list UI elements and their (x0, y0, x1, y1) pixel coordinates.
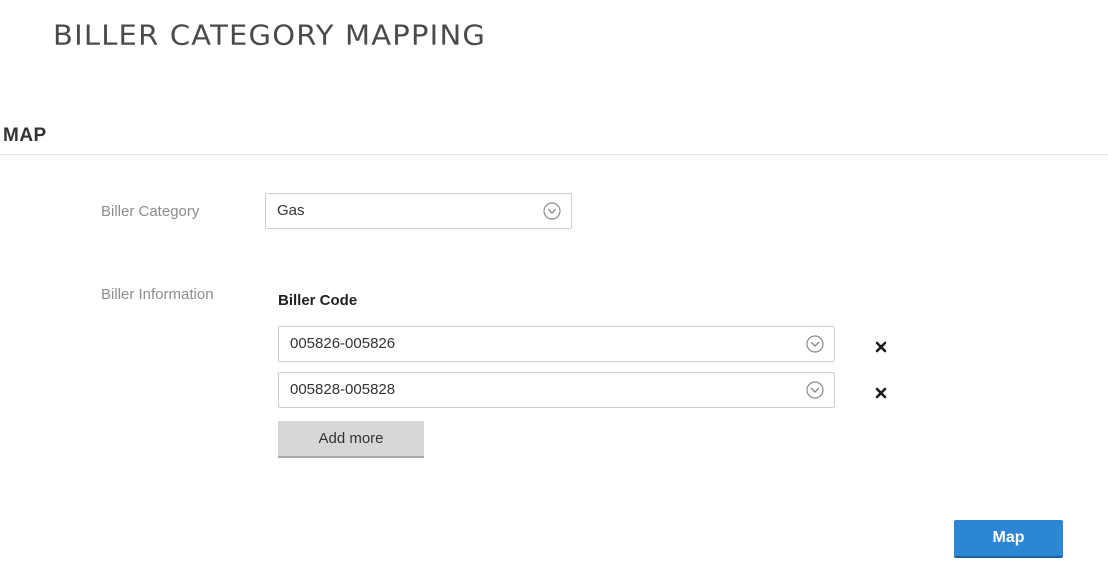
close-icon[interactable] (874, 340, 888, 354)
biller-code-value: 005826-005826 (290, 335, 396, 352)
biller-code-value: 005828-005828 (290, 381, 396, 398)
biller-code-select[interactable]: 005828-005828 (278, 372, 835, 408)
chevron-down-icon (806, 335, 824, 353)
biller-category-select[interactable]: Gas (265, 193, 572, 229)
page-title: BILLER CATEGORY MAPPING (53, 18, 487, 52)
map-button[interactable]: Map (954, 520, 1063, 558)
biller-category-label: Biller Category (101, 203, 200, 220)
add-more-button[interactable]: Add more (278, 421, 424, 458)
section-title: MAP (3, 125, 47, 146)
close-icon[interactable] (874, 386, 888, 400)
chevron-down-icon (806, 381, 824, 399)
biller-code-header: Biller Code (278, 292, 358, 309)
chevron-down-icon (543, 202, 561, 220)
section-divider (0, 154, 1108, 155)
page: BILLER CATEGORY MAPPING MAP Biller Categ… (0, 0, 1108, 572)
biller-category-value: Gas (277, 202, 305, 219)
biller-information-label: Biller Information (101, 286, 214, 303)
biller-code-select[interactable]: 005826-005826 (278, 326, 835, 362)
